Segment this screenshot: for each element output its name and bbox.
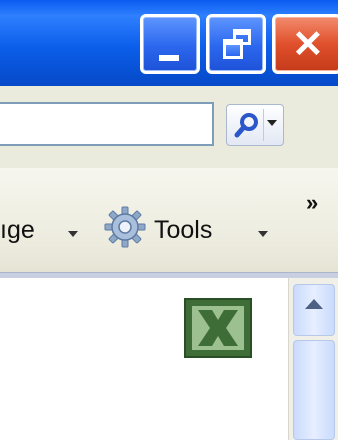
page-menu-label[interactable]: ıge xyxy=(0,216,35,245)
vertical-scrollbar[interactable] xyxy=(288,278,338,440)
excel-x-mark xyxy=(198,310,238,346)
search-icon xyxy=(234,113,258,138)
restore-icon-front xyxy=(223,39,243,59)
excel-icon-inner xyxy=(192,306,244,350)
command-bar: ıge Tools » xyxy=(0,168,338,279)
title-bar: ✕ xyxy=(0,0,338,86)
more-commands-chevron-icon[interactable]: » xyxy=(306,190,318,216)
scrollbar-thumb[interactable] xyxy=(293,340,335,440)
excel-icon[interactable] xyxy=(184,298,252,358)
chevron-up-icon xyxy=(305,299,323,309)
search-toolbar xyxy=(0,86,338,168)
scroll-up-button[interactable] xyxy=(293,284,335,336)
gear-icon[interactable] xyxy=(104,206,146,248)
search-input[interactable] xyxy=(0,102,214,146)
search-button[interactable] xyxy=(226,104,284,146)
minimize-button[interactable] xyxy=(140,14,200,74)
restore-button[interactable] xyxy=(206,14,266,74)
page-content xyxy=(0,278,338,440)
tools-dropdown-chevron-icon[interactable] xyxy=(258,231,268,237)
close-icon: ✕ xyxy=(292,24,324,66)
minimize-icon xyxy=(159,55,179,61)
chevron-down-icon[interactable] xyxy=(267,120,277,126)
search-split xyxy=(263,109,264,141)
tools-menu-label[interactable]: Tools xyxy=(154,216,212,245)
page-dropdown-chevron-icon[interactable] xyxy=(68,231,78,237)
close-button[interactable]: ✕ xyxy=(272,14,338,74)
